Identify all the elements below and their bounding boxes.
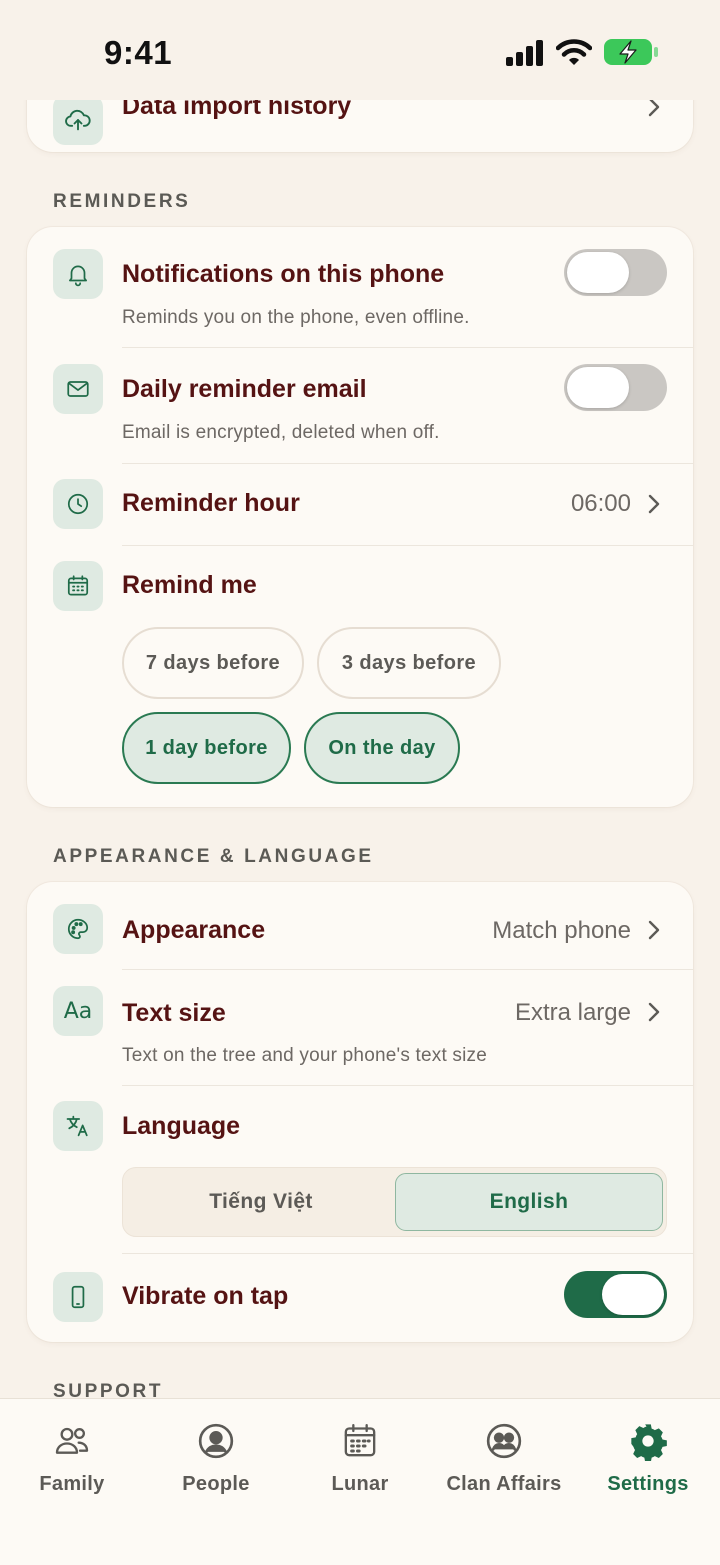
chevron-right-icon — [648, 1002, 660, 1022]
language-option-english[interactable]: English — [395, 1173, 663, 1231]
language-row: Language Tiếng Việt English — [27, 1085, 693, 1253]
status-time: 9:41 — [104, 34, 173, 71]
remind-option-1-day[interactable]: 1 day before — [122, 712, 291, 784]
reminder-hour-row[interactable]: Reminder hour 06:00 — [27, 463, 693, 545]
tab-bar: Family People Lunar Clan Affairs Setting… — [0, 1398, 720, 1565]
cellular-signal-icon — [506, 40, 543, 66]
toggle-knob — [567, 252, 629, 293]
row-subtitle: Email is encrypted, deleted when off. — [122, 422, 440, 443]
row-title: Vibrate on tap — [122, 1282, 289, 1310]
daily-email-toggle[interactable] — [564, 364, 667, 411]
row-subtitle: Reminds you on the phone, even offline. — [122, 307, 470, 328]
remind-option-7-days[interactable]: 7 days before — [122, 627, 304, 699]
tab-family[interactable]: Family — [0, 1421, 144, 1496]
row-title: Text size — [122, 999, 226, 1027]
language-segmented-control: Tiếng Việt English — [122, 1167, 667, 1237]
reminder-hour-value: 06:00 — [570, 490, 631, 517]
text-size-row[interactable]: Aa Text size Extra large Text on the tre… — [27, 969, 693, 1085]
clock-icon — [53, 479, 103, 529]
tab-people[interactable]: People — [144, 1421, 288, 1496]
tab-label: People — [182, 1473, 250, 1495]
family-icon — [55, 1427, 89, 1454]
calendar-icon — [53, 561, 103, 611]
section-title-reminders: REMINDERS — [53, 191, 191, 212]
reminders-card: Notifications on this phone Reminds you … — [27, 227, 693, 807]
toggle-knob — [567, 367, 629, 408]
chevron-right-icon — [648, 920, 660, 940]
vibrate-toggle[interactable] — [564, 1271, 667, 1318]
row-title: Notifications on this phone — [122, 260, 445, 288]
row-title: Daily reminder email — [122, 375, 367, 403]
vibrate-row: Vibrate on tap — [27, 1253, 693, 1342]
section-title-appearance: APPEARANCE & LANGUAGE — [53, 846, 374, 867]
battery-charging-icon — [604, 39, 658, 65]
language-option-vietnamese[interactable]: Tiếng Việt — [127, 1173, 395, 1231]
wifi-icon — [556, 39, 592, 65]
bell-icon — [53, 249, 103, 299]
tab-settings[interactable]: Settings — [576, 1421, 720, 1496]
appearance-value: Match phone — [492, 917, 631, 944]
appearance-row[interactable]: Appearance Match phone — [27, 882, 693, 969]
row-subtitle: Text on the tree and your phone's text s… — [122, 1045, 487, 1066]
translate-icon — [53, 1101, 103, 1151]
person-icon — [198, 1423, 234, 1459]
tab-label: Settings — [607, 1473, 689, 1495]
cloud-upload-icon — [53, 95, 103, 145]
text-size-value: Extra large — [514, 999, 631, 1026]
chevron-right-icon — [648, 494, 660, 514]
row-title: Language — [122, 1112, 241, 1140]
text-size-icon: Aa — [53, 986, 103, 1036]
calendar-icon — [344, 1424, 376, 1457]
envelope-icon — [53, 364, 103, 414]
gear-icon — [631, 1424, 667, 1461]
tab-clan-affairs[interactable]: Clan Affairs — [432, 1421, 576, 1496]
appearance-card: Appearance Match phone Aa Text size Extr… — [27, 882, 693, 1342]
phone-icon — [53, 1272, 103, 1322]
daily-email-row: Daily reminder email Email is encrypted,… — [27, 347, 693, 463]
row-title: Reminder hour — [122, 489, 300, 517]
notifications-toggle[interactable] — [564, 249, 667, 296]
toggle-knob — [602, 1274, 664, 1315]
palette-icon — [53, 904, 103, 954]
notifications-row: Notifications on this phone Reminds you … — [27, 227, 693, 347]
remind-option-on-the-day[interactable]: On the day — [304, 712, 460, 784]
tab-label: Lunar — [331, 1473, 389, 1495]
tab-lunar[interactable]: Lunar — [288, 1421, 432, 1496]
row-title: Appearance — [122, 916, 266, 944]
tab-label: Clan Affairs — [446, 1473, 562, 1495]
tab-label: Family — [39, 1473, 105, 1495]
remind-option-3-days[interactable]: 3 days before — [317, 627, 501, 699]
row-title: Remind me — [122, 571, 257, 599]
clan-icon — [486, 1423, 522, 1459]
status-bar: 9:41 — [0, 0, 720, 100]
